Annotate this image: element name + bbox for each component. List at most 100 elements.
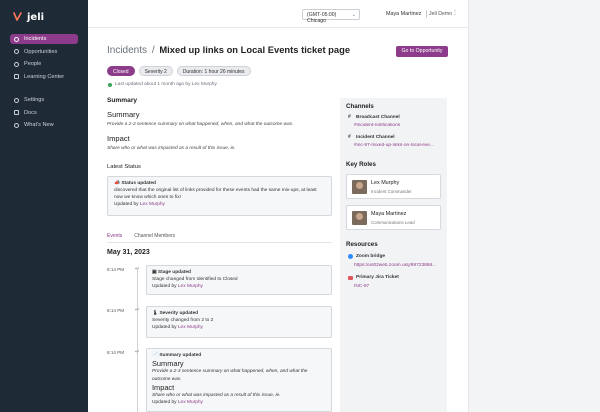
timezone-select[interactable]: (GMT-05:00) Chicago ⌄ <box>302 9 360 24</box>
severity-badge[interactable]: Severity 2 <box>138 66 173 76</box>
role-person-name: Lex Murphy <box>371 180 400 186</box>
updated-by-prefix: Updated by <box>152 325 177 331</box>
event-card-summary: 📄 Summary updated Summary Provide a 2-3 … <box>146 348 332 412</box>
gear-icon <box>14 97 19 103</box>
sidebar-item-label: Learning Center <box>24 73 65 80</box>
event-time: 8:14 PM <box>107 350 125 355</box>
sidebar-item-people[interactable]: People <box>10 59 78 69</box>
broadcast-channel-link[interactable]: #incident-notifications <box>354 123 444 128</box>
key-roles-title: Key Roles <box>346 161 376 168</box>
status-card-title-text: Status updated <box>121 181 156 186</box>
chevron-down-icon: ⌄ <box>351 12 356 18</box>
incident-channel-label: # Incident Channel <box>348 134 395 141</box>
zoom-icon <box>348 254 353 259</box>
event-summary-heading: Summary <box>152 359 184 369</box>
sidebar-item-label: Settings <box>24 97 45 103</box>
zoom-bridge-label: Zoom bridge <box>348 254 385 259</box>
event-title-text: Stage updated <box>157 270 191 275</box>
page-title: Mixed up links on Local Events ticket pa… <box>159 44 351 55</box>
more-options-icon[interactable]: ⋮ <box>452 9 458 16</box>
role-title: Incident Commander <box>371 189 412 194</box>
org-name[interactable]: Jeli Demo <box>429 11 452 17</box>
event-impact-heading: Impact <box>152 382 175 392</box>
timeline-line <box>137 268 138 412</box>
event-title-text: Severity updated <box>159 311 199 316</box>
event-summary-text: Provide a 2-3 sentence summary on what h… <box>152 369 308 382</box>
secondary-nav: Settings Docs What's New <box>10 95 78 133</box>
return-arrow-icon: ↩ <box>135 266 140 272</box>
impact-prompt: Share who or what was impacted as a resu… <box>107 146 236 151</box>
duration-badge: Duration: 1 hour 26 minutes <box>176 66 251 76</box>
timezone-value: (GMT-05:00) Chicago <box>307 12 337 24</box>
summary-section-title: Summary <box>107 97 138 104</box>
stage-badge[interactable]: Closed <box>107 66 135 76</box>
role-card[interactable]: Maya Martinez Communications Lead <box>346 205 441 230</box>
broadcast-channel-label: # Broadcast Channel <box>348 115 400 121</box>
document-icon <box>14 110 19 116</box>
document-icon: 📄 <box>152 353 158 358</box>
breadcrumb: Incidents / Mixed up links on Local Even… <box>107 44 350 56</box>
sidebar: jeli Incidents Opportunities People Lear… <box>0 0 88 412</box>
updated-by-link[interactable]: Lex Murphy <box>178 400 203 405</box>
avatar <box>352 211 367 225</box>
resources-title: Resources <box>346 241 378 248</box>
event-impact-text: Share who or what was impacted as a resu… <box>152 393 281 399</box>
stage-icon: ▣ <box>152 270 157 275</box>
event-title: 📄 Summary updated <box>152 352 326 359</box>
zoom-bridge-link[interactable]: https://us02web.zoom.us/j/89723886... <box>354 263 444 268</box>
channels-title: Channels <box>346 103 374 110</box>
sidebar-item-docs[interactable]: Docs <box>10 108 78 118</box>
event-time: 8:14 PM <box>107 308 125 313</box>
updated-by-prefix: Updated by <box>114 201 139 207</box>
user-name[interactable]: Maya Martinez <box>386 11 421 17</box>
sidebar-item-whats-new[interactable]: What's New <box>10 120 78 130</box>
slack-icon: # <box>348 134 351 140</box>
alert-icon <box>14 36 19 42</box>
sidebar-item-label: Incidents <box>24 36 47 42</box>
event-card-stage: ▣ Stage updated Stage changed from Ident… <box>146 265 332 295</box>
logo-icon <box>13 12 22 21</box>
logo-text: jeli <box>27 11 45 23</box>
status-dot-icon <box>108 82 112 87</box>
jira-ticket-link[interactable]: INC-97 <box>354 284 444 289</box>
main-content: Incidents / Mixed up links on Local Even… <box>88 28 468 412</box>
event-title: ▣ Stage updated <box>152 269 326 276</box>
updated-by-link[interactable]: Lex Murphy <box>178 325 203 330</box>
book-icon <box>14 74 19 80</box>
event-title-text: Summary updated <box>159 353 202 358</box>
updated-by-link[interactable]: Lex Murphy <box>140 202 165 207</box>
avatar <box>352 180 367 194</box>
divider <box>426 10 427 18</box>
sparkle-icon <box>14 122 19 128</box>
top-bar: (GMT-05:00) Chicago ⌄ Maya Martinez Jeli… <box>88 0 468 28</box>
event-detail: Stage changed from Identified to Closed <box>152 277 238 283</box>
updated-by-prefix: Updated by <box>152 284 177 290</box>
updated-by-link[interactable]: Lex Murphy <box>178 284 203 289</box>
summary-heading: Summary <box>107 110 140 119</box>
thermometer-icon: 🌡 <box>152 311 159 316</box>
role-card[interactable]: Lex Murphy Incident Commander <box>346 174 441 199</box>
incident-channel-link[interactable]: #inc-97-mixed-up-links-on-local-eve... <box>354 143 444 148</box>
sidebar-item-incidents[interactable]: Incidents <box>10 34 78 44</box>
summary-prompt: Provide a 2-3 sentence summary on what h… <box>107 122 294 127</box>
sidebar-item-opportunities[interactable]: Opportunities <box>10 47 78 57</box>
tabs-divider <box>107 242 332 243</box>
breadcrumb-incidents[interactable]: Incidents <box>107 45 147 56</box>
jeli-logo[interactable]: jeli <box>12 11 44 23</box>
jira-ticket-label: Primary Jira Ticket <box>348 275 399 280</box>
status-card-title: 📣 Status updated <box>114 181 325 188</box>
sidebar-item-label: Docs <box>24 109 37 116</box>
sidebar-item-settings[interactable]: Settings <box>10 95 78 105</box>
go-to-opportunity-button[interactable]: Go to Opportunity <box>396 46 448 57</box>
sidebar-item-learning-center[interactable]: Learning Center <box>10 72 78 82</box>
jira-ticket-label-text: Primary Jira Ticket <box>356 275 399 280</box>
event-title: 🌡 Severity updated <box>152 310 326 317</box>
event-time: 8:14 PM <box>107 267 125 272</box>
event-card-severity: 🌡 Severity updated Severity changed from… <box>146 306 332 338</box>
updated-by-prefix: Updated by <box>152 400 177 406</box>
return-arrow-icon: ↩ <box>135 349 140 355</box>
status-pills: Closed Severity 2 Duration: 1 hour 26 mi… <box>107 66 251 76</box>
sidebar-item-label: Opportunities <box>24 48 58 55</box>
latest-status-title: Latest Status <box>107 164 141 170</box>
role-person-name: Maya Martinez <box>371 211 407 217</box>
